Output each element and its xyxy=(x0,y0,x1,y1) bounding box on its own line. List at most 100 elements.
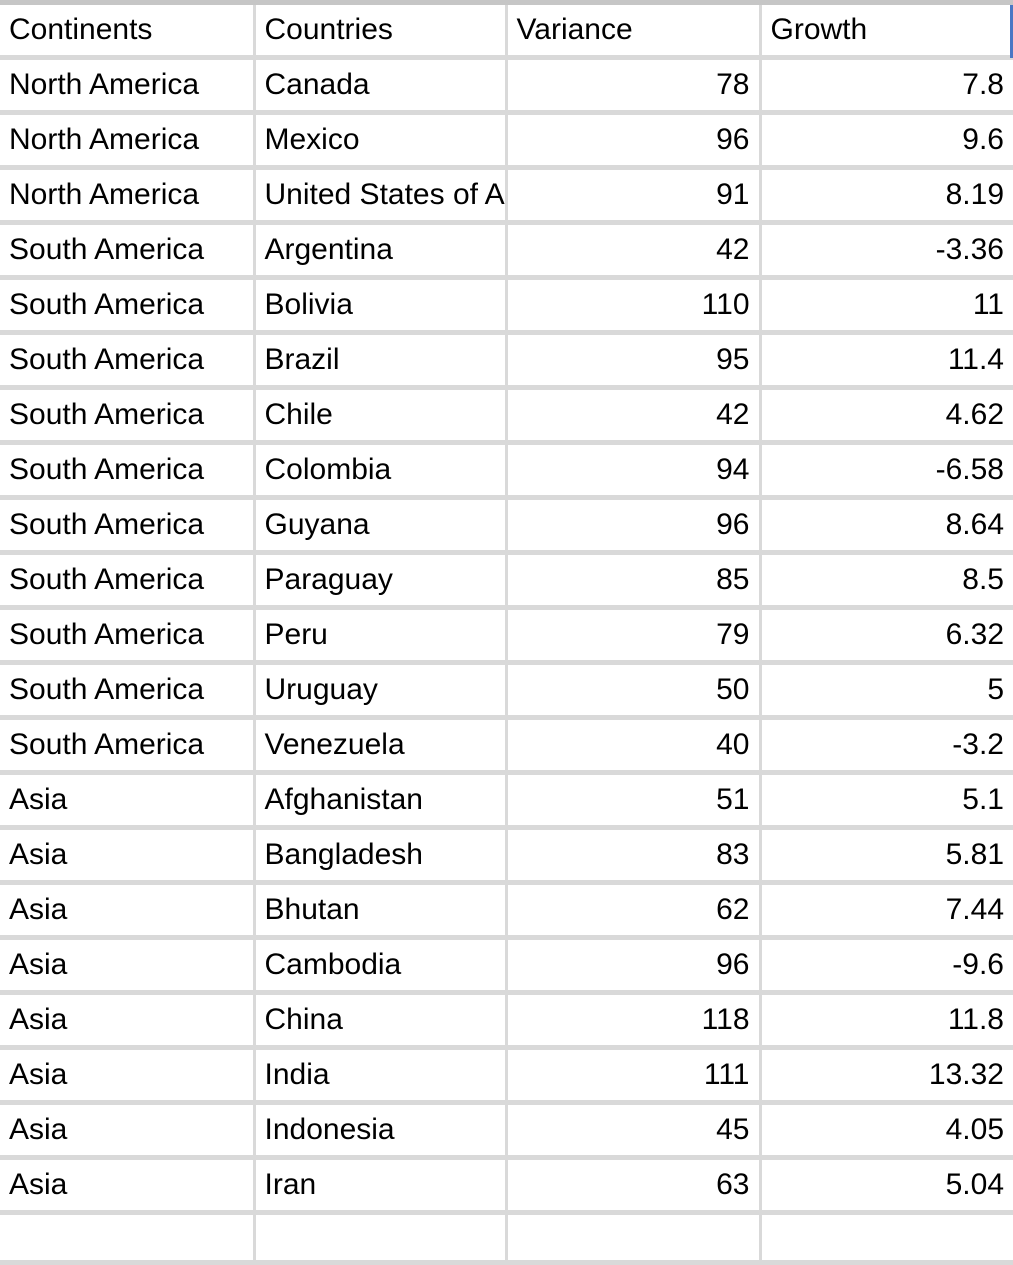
cell-variance[interactable]: 42 xyxy=(506,387,762,445)
table-row[interactable]: South America Venezuela 40 -3.2 xyxy=(0,717,1013,775)
table-row[interactable]: South America Colombia 94 -6.58 xyxy=(0,442,1013,500)
cell-country[interactable]: United States of America xyxy=(254,167,508,225)
cell-country[interactable]: Bhutan xyxy=(254,882,508,940)
cell-country[interactable]: Bangladesh xyxy=(254,827,508,885)
table-row[interactable]: North America Mexico 96 9.6 xyxy=(0,112,1013,170)
cell-variance[interactable]: 118 xyxy=(506,992,762,1050)
cell-country[interactable]: Indonesia xyxy=(254,1102,508,1160)
cell-country[interactable]: Venezuela xyxy=(254,717,508,775)
cell-growth[interactable]: 9.6 xyxy=(760,112,1013,170)
cell-variance[interactable]: 85 xyxy=(506,552,762,610)
cell-growth[interactable]: 13.32 xyxy=(760,1047,1013,1105)
cell-continent[interactable]: Asia xyxy=(0,992,256,1050)
cell-growth[interactable]: 5 xyxy=(760,662,1013,720)
cell-variance[interactable]: 79 xyxy=(506,607,762,665)
table-row[interactable]: South America Guyana 96 8.64 xyxy=(0,497,1013,555)
cell-continent[interactable]: South America xyxy=(0,387,256,445)
cell-continent[interactable]: Asia xyxy=(0,882,256,940)
cell-continent[interactable]: Asia xyxy=(0,1047,256,1105)
cell-continent[interactable]: North America xyxy=(0,167,256,225)
cell-continent[interactable]: South America xyxy=(0,607,256,665)
cell-variance[interactable]: 94 xyxy=(506,442,762,500)
cell-continent[interactable]: South America xyxy=(0,332,256,390)
cell-variance[interactable]: 96 xyxy=(506,937,762,995)
cell-growth[interactable]: 11.8 xyxy=(760,992,1013,1050)
cell-variance[interactable]: 110 xyxy=(506,277,762,335)
table-row[interactable]: North AmericaUnited States of America918… xyxy=(0,167,1013,225)
cell-continent[interactable]: South America xyxy=(0,442,256,500)
cell-continent[interactable]: Asia xyxy=(0,1102,256,1160)
cell-country[interactable]: Cambodia xyxy=(254,937,508,995)
cell-continent[interactable]: North America xyxy=(0,57,256,115)
cell-continent[interactable]: South America xyxy=(0,222,256,280)
cell-growth[interactable]: 5.04 xyxy=(760,1157,1013,1215)
cell-country[interactable]: Chile xyxy=(254,387,508,445)
cell-continent[interactable]: Asia xyxy=(0,827,256,885)
cell-country[interactable]: Uruguay xyxy=(254,662,508,720)
cell-continent[interactable]: North America xyxy=(0,112,256,170)
table-row[interactable]: South America Chile 42 4.62 xyxy=(0,387,1013,445)
cell-continent[interactable]: South America xyxy=(0,662,256,720)
cell-variance[interactable]: 96 xyxy=(506,112,762,170)
cell-growth[interactable]: 11 xyxy=(760,277,1013,335)
cell-variance[interactable]: 50 xyxy=(506,662,762,720)
cell-variance[interactable]: 42 xyxy=(506,222,762,280)
cell-continent[interactable]: South America xyxy=(0,277,256,335)
cell-country[interactable]: Brazil xyxy=(254,332,508,390)
cell-growth[interactable]: 4.05 xyxy=(760,1102,1013,1160)
table-row[interactable]: Asia China 118 11.8 xyxy=(0,992,1013,1050)
column-header-countries[interactable]: Countries xyxy=(254,5,508,60)
cell-growth[interactable]: 8.19 xyxy=(760,167,1013,225)
cell-variance[interactable]: 96 xyxy=(506,497,762,555)
cell-growth[interactable]: 11.4 xyxy=(760,332,1013,390)
cell-country[interactable]: Paraguay xyxy=(254,552,508,610)
cell-country[interactable]: Peru xyxy=(254,607,508,665)
cell-growth[interactable]: 6.32 xyxy=(760,607,1013,665)
table-row[interactable]: South America Brazil 95 11.4 xyxy=(0,332,1013,390)
cell-growth[interactable]: 8.5 xyxy=(760,552,1013,610)
cell-variance[interactable]: 91 xyxy=(506,167,762,225)
cell-growth[interactable]: 5.81 xyxy=(760,827,1013,885)
cell-country[interactable]: Guyana xyxy=(254,497,508,555)
cell-country[interactable]: China xyxy=(254,992,508,1050)
table-row[interactable] xyxy=(0,1212,1013,1265)
cell-growth[interactable]: 8.64 xyxy=(760,497,1013,555)
cell-country[interactable]: Canada xyxy=(254,57,508,115)
cell-variance[interactable]: 83 xyxy=(506,827,762,885)
cell-continent[interactable]: Asia xyxy=(0,772,256,830)
cell-growth[interactable]: 7.44 xyxy=(760,882,1013,940)
cell-country[interactable]: India xyxy=(254,1047,508,1105)
cell-variance[interactable]: 62 xyxy=(506,882,762,940)
column-header-continents[interactable]: Continents xyxy=(0,5,256,60)
table-row[interactable]: Asia India 111 13.32 xyxy=(0,1047,1013,1105)
table-row[interactable]: South America Paraguay 85 8.5 xyxy=(0,552,1013,610)
column-header-variance[interactable]: Variance xyxy=(506,5,762,60)
cell-growth[interactable]: 7.8 xyxy=(760,57,1013,115)
table-row[interactable]: South America Argentina 42 -3.36 xyxy=(0,222,1013,280)
cell-variance[interactable]: 45 xyxy=(506,1102,762,1160)
table-row[interactable]: South America Bolivia 110 11 xyxy=(0,277,1013,335)
table-row[interactable]: Asia Indonesia 45 4.05 xyxy=(0,1102,1013,1160)
cell-variance[interactable]: 78 xyxy=(506,57,762,115)
table-row[interactable]: Asia Cambodia 96 -9.6 xyxy=(0,937,1013,995)
table-row[interactable]: Asia Bhutan 62 7.44 xyxy=(0,882,1013,940)
cell-country[interactable]: Mexico xyxy=(254,112,508,170)
cell-growth[interactable]: -3.2 xyxy=(760,717,1013,775)
table-row[interactable]: South America Peru 79 6.32 xyxy=(0,607,1013,665)
cell-growth[interactable]: -3.36 xyxy=(760,222,1013,280)
cell-country[interactable]: Colombia xyxy=(254,442,508,500)
cell-country[interactable]: Bolivia xyxy=(254,277,508,335)
cell-growth[interactable] xyxy=(760,1212,1013,1265)
cell-growth[interactable]: 4.62 xyxy=(760,387,1013,445)
table-row[interactable]: South America Uruguay 50 5 xyxy=(0,662,1013,720)
data-table[interactable]: Continents Countries Variance Growth Nor… xyxy=(0,5,1013,1265)
cell-variance[interactable]: 40 xyxy=(506,717,762,775)
cell-variance[interactable]: 63 xyxy=(506,1157,762,1215)
cell-growth[interactable]: 5.1 xyxy=(760,772,1013,830)
cell-country[interactable] xyxy=(254,1212,508,1265)
cell-continent[interactable]: Asia xyxy=(0,937,256,995)
cell-country[interactable]: Afghanistan xyxy=(254,772,508,830)
table-row[interactable]: North America Canada 78 7.8 xyxy=(0,57,1013,115)
cell-variance[interactable]: 51 xyxy=(506,772,762,830)
cell-continent[interactable]: South America xyxy=(0,497,256,555)
